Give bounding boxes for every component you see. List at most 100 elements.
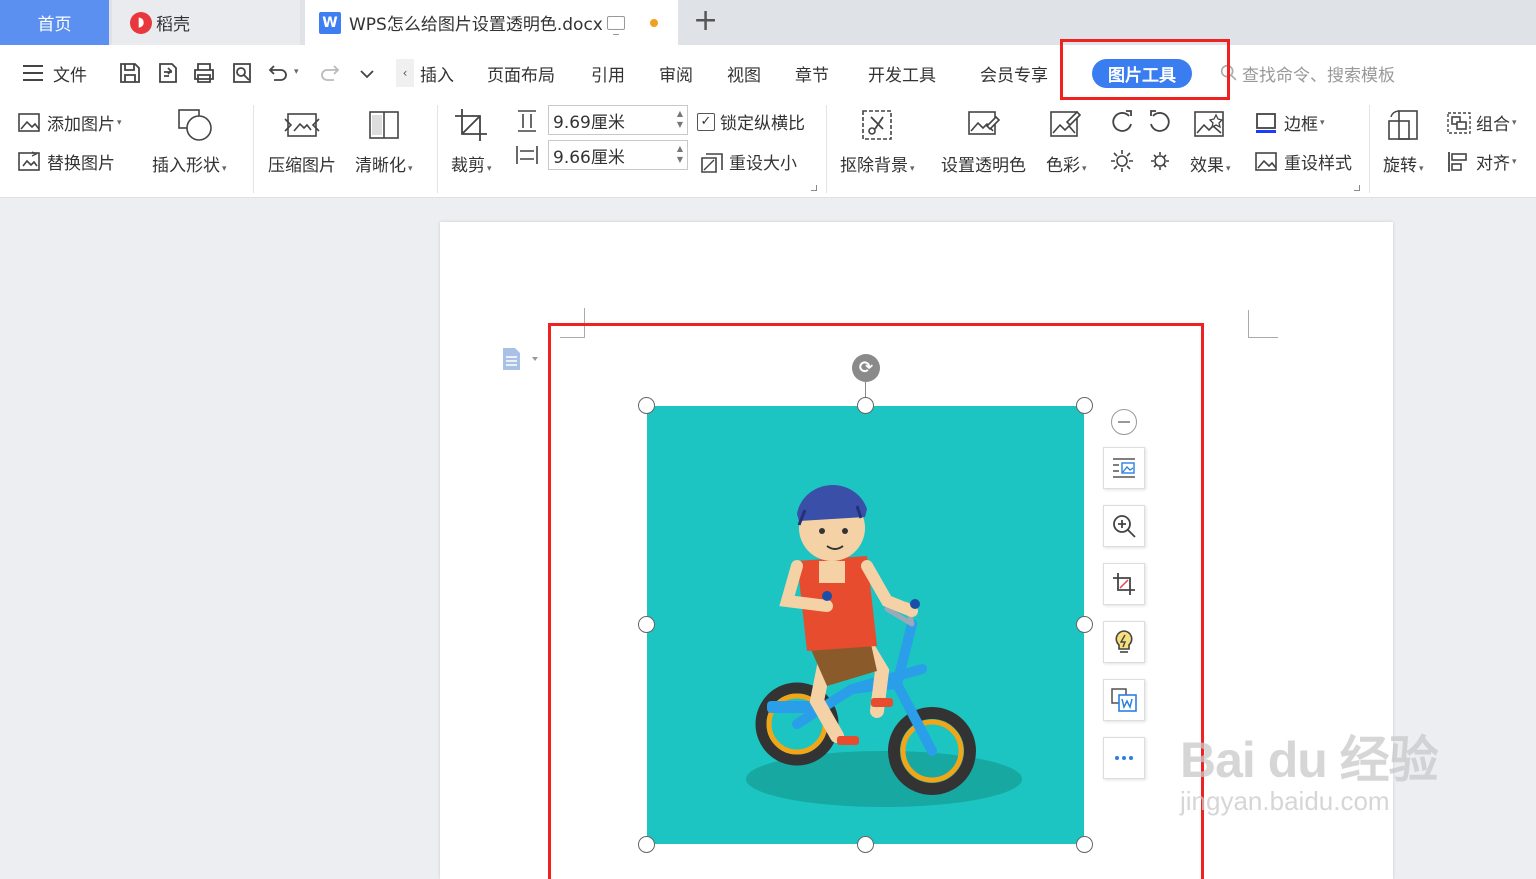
search-box[interactable]: 查找命令、搜索模板 bbox=[1218, 45, 1395, 101]
add-picture-button[interactable]: 添加图片 ▾ bbox=[17, 110, 122, 135]
redo-icon[interactable] bbox=[318, 61, 342, 85]
border-label: 边框 bbox=[1284, 115, 1318, 135]
undo-dropdown-icon[interactable]: ▾ bbox=[294, 67, 299, 77]
height-input[interactable]: 9.69厘米 ▲ ▼ bbox=[548, 105, 688, 135]
menu-references[interactable]: 引用 bbox=[591, 45, 625, 101]
dropdown-arrow-icon: ▾ bbox=[910, 164, 915, 174]
dropdown-arrow-icon: ▾ bbox=[117, 117, 122, 128]
crop-label: 裁剪 bbox=[451, 156, 485, 176]
dropdown-arrow-icon: ▾ bbox=[408, 164, 413, 174]
border-button[interactable]: 边框 ▾ bbox=[1254, 110, 1325, 135]
menu-chapter[interactable]: 章节 bbox=[795, 45, 829, 101]
effects-button[interactable]: 效果 ▾ bbox=[1190, 107, 1231, 176]
menu-insert[interactable]: 插入 bbox=[420, 45, 454, 101]
menu-view[interactable]: 视图 bbox=[727, 45, 761, 101]
dropdown-arrow-icon: ▾ bbox=[1082, 164, 1087, 174]
scroll-left-icon[interactable]: ‹ bbox=[396, 59, 414, 87]
ribbon-separator bbox=[437, 105, 438, 193]
reset-style-button[interactable]: 重设样式 bbox=[1254, 149, 1352, 174]
compress-picture-button[interactable]: 压缩图片 bbox=[268, 107, 336, 176]
undo-icon[interactable] bbox=[266, 61, 290, 85]
brightness-increase-icon[interactable] bbox=[1109, 148, 1135, 174]
reset-size-label: 重设大小 bbox=[729, 154, 797, 174]
set-transparent-color-button[interactable]: 设置透明色 bbox=[941, 107, 1026, 176]
remove-background-icon bbox=[862, 110, 893, 140]
height-stepper-icon[interactable]: ▲ ▼ bbox=[677, 108, 683, 130]
dialog-launcher-icon[interactable] bbox=[1354, 185, 1360, 191]
insert-shape-button[interactable]: 插入形状 ▾ bbox=[152, 107, 227, 176]
insert-shape-label: 插入形状 bbox=[152, 156, 220, 176]
align-button[interactable]: 对齐 ▾ bbox=[1446, 149, 1517, 174]
dropdown-arrow-icon: ▾ bbox=[1226, 164, 1231, 174]
reset-style-label: 重设样式 bbox=[1284, 154, 1352, 174]
menu-developer[interactable]: 开发工具 bbox=[868, 45, 936, 101]
dropdown-arrow-icon: ▾ bbox=[1512, 156, 1517, 167]
checkbox-checked-icon: ✓ bbox=[697, 112, 715, 131]
ribbon-separator bbox=[253, 105, 254, 193]
reset-size-icon bbox=[701, 152, 723, 173]
tab-home[interactable]: 首页 bbox=[0, 0, 109, 45]
color-button[interactable]: 色彩 ▾ bbox=[1046, 107, 1087, 176]
brightness-decrease-icon[interactable] bbox=[1147, 148, 1173, 174]
new-tab-button[interactable]: + bbox=[693, 6, 718, 36]
word-doc-icon: W bbox=[319, 11, 341, 34]
height-icon bbox=[518, 110, 536, 132]
set-transparent-color-label: 设置透明色 bbox=[941, 156, 1026, 176]
effects-icon bbox=[1194, 111, 1225, 137]
file-menu-label: 文件 bbox=[53, 65, 87, 86]
menu-page-layout[interactable]: 页面布局 bbox=[487, 45, 555, 101]
search-placeholder: 查找命令、搜索模板 bbox=[1242, 65, 1395, 86]
print-preview-icon[interactable] bbox=[230, 61, 254, 85]
width-input[interactable]: 9.66厘米 ▲ ▼ bbox=[548, 140, 688, 170]
picture-tools-highlight bbox=[1060, 39, 1230, 100]
compress-picture-icon bbox=[284, 113, 320, 137]
reset-size-button[interactable]: 重设大小 bbox=[699, 149, 797, 174]
lock-ratio-label: 锁定纵横比 bbox=[720, 114, 805, 134]
crop-button[interactable]: 裁剪 ▾ bbox=[451, 107, 492, 176]
lock-ratio-checkbox[interactable]: ✓ 锁定纵横比 bbox=[697, 109, 805, 134]
monitor-icon bbox=[606, 15, 625, 35]
ribbon-separator bbox=[1369, 105, 1370, 193]
baidu-jingyan-watermark: Bai du 经验 jingyan.baidu.com bbox=[1180, 720, 1439, 817]
align-label: 对齐 bbox=[1476, 154, 1510, 174]
compress-picture-label: 压缩图片 bbox=[268, 156, 336, 176]
dropdown-arrow-icon: ▾ bbox=[487, 164, 492, 174]
picture-highlight bbox=[548, 323, 1204, 879]
replace-picture-label: 替换图片 bbox=[47, 154, 115, 174]
width-stepper-icon[interactable]: ▲ ▼ bbox=[677, 143, 683, 165]
menu-bar: 文件 ▾ ‹ 插入 页面布局 引用 审阅 视图 章节 开发工具 会员专享 查找命… bbox=[0, 45, 1536, 101]
page-margin-mark bbox=[1248, 310, 1278, 338]
menu-member[interactable]: 会员专享 bbox=[980, 45, 1048, 101]
remove-background-button[interactable]: 抠除背景 ▾ bbox=[840, 107, 915, 176]
hamburger-icon bbox=[23, 65, 43, 81]
remove-background-label: 抠除背景 bbox=[840, 156, 908, 176]
sharpen-label: 清晰化 bbox=[355, 156, 406, 176]
effects-label: 效果 bbox=[1190, 156, 1224, 176]
rotate-left-icon[interactable] bbox=[1109, 108, 1135, 134]
print-icon[interactable] bbox=[192, 61, 216, 85]
group-button[interactable]: 组合 ▾ bbox=[1446, 110, 1517, 135]
paragraph-layout-icon[interactable] bbox=[502, 347, 540, 375]
ribbon-toolbar: 添加图片 ▾ 替换图片 插入形状 ▾ 压缩图片 清晰化 ▾ 裁剪 ▾ 9.69厘米 ▲ ▼… bbox=[0, 101, 1536, 198]
color-icon bbox=[1050, 110, 1082, 137]
menu-review[interactable]: 审阅 bbox=[659, 45, 693, 101]
export-pdf-icon[interactable] bbox=[156, 61, 180, 85]
dropdown-arrow-icon: ▾ bbox=[1419, 164, 1424, 174]
dropdown-arrow-icon: ▾ bbox=[1512, 117, 1517, 128]
rotate-button[interactable]: 旋转 ▾ bbox=[1383, 107, 1424, 176]
add-picture-label: 添加图片 bbox=[47, 115, 115, 135]
customize-toolbar-icon[interactable] bbox=[355, 61, 379, 85]
set-transparent-color-icon bbox=[967, 111, 1000, 135]
dropdown-arrow-icon: ▾ bbox=[222, 164, 227, 174]
rotate-icon bbox=[1388, 110, 1419, 140]
save-icon[interactable] bbox=[118, 61, 142, 85]
file-menu[interactable]: 文件 bbox=[22, 45, 87, 101]
sharpen-button[interactable]: 清晰化 ▾ bbox=[355, 107, 413, 176]
tab-daoke[interactable]: ◗ 稻壳 bbox=[112, 0, 300, 45]
dialog-launcher-icon[interactable] bbox=[811, 185, 817, 191]
rotate-right-icon[interactable] bbox=[1147, 108, 1173, 134]
replace-picture-button[interactable]: 替换图片 bbox=[17, 149, 115, 174]
width-icon bbox=[516, 146, 538, 164]
tab-document[interactable]: W WPS怎么给图片设置透明色.docx bbox=[305, 0, 678, 45]
rotate-label: 旋转 bbox=[1383, 156, 1417, 176]
